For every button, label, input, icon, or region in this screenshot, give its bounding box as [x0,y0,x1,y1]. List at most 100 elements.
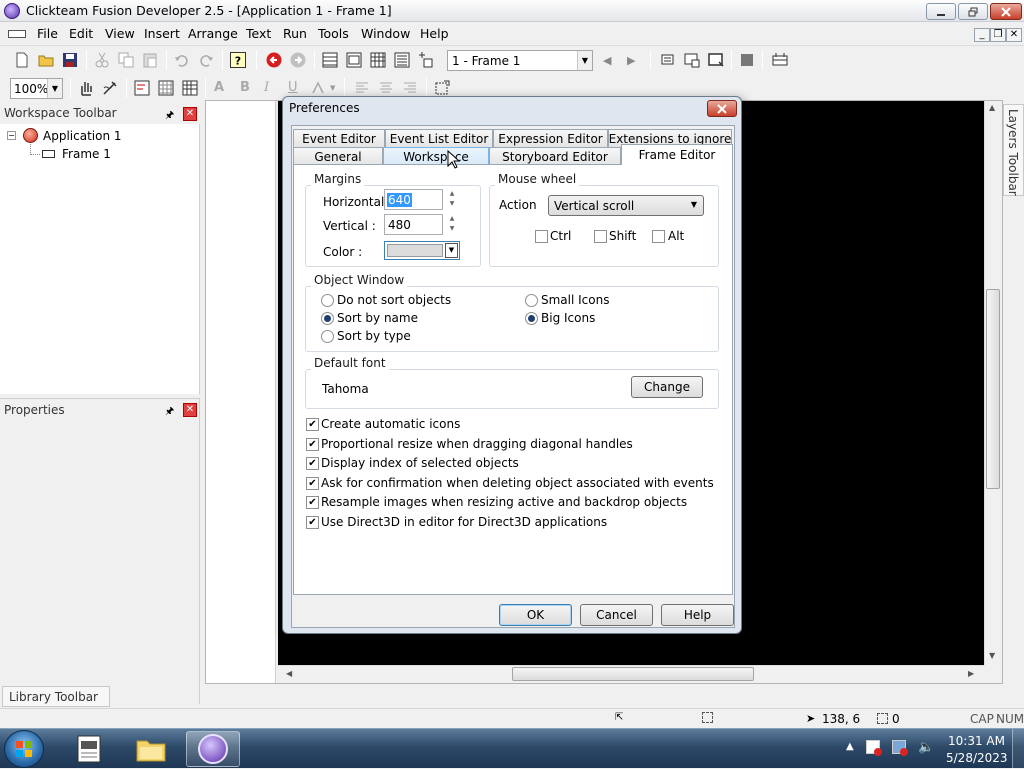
undo-icon[interactable] [174,52,190,68]
edit-tool-icon[interactable] [102,80,118,96]
app-logo-icon[interactable] [4,3,20,19]
help-button[interactable]: Help [661,604,734,626]
zoom-select[interactable]: 100% ▼ [10,78,63,99]
taskbar-notepad-button[interactable] [62,731,116,767]
dialog-close-button[interactable] [707,100,737,117]
context-help-icon[interactable]: ? [230,52,246,68]
restore-button[interactable] [958,3,988,20]
menu-view[interactable]: View [105,26,135,41]
tab-event-list-editor[interactable]: Event List Editor [385,129,493,147]
checkbox-create-automatic-icons[interactable]: ✔ [306,418,319,431]
start-button[interactable] [4,730,44,768]
build-icon[interactable] [772,52,788,68]
volume-muted-icon[interactable]: 🔈 [918,740,934,755]
taskbar-time[interactable]: 10:31 AM [948,734,1005,748]
mdi-close-button[interactable]: ✕ [1006,28,1022,42]
close-window-button[interactable] [990,3,1022,20]
vertical-scrollbar[interactable]: ▲ ▼ [984,101,1001,665]
data-elements-icon[interactable] [418,52,434,68]
hand-icon[interactable] [78,80,94,96]
paste-icon[interactable] [142,52,158,68]
frame-tool-icon[interactable] [684,52,700,68]
minimize-button[interactable] [926,3,956,20]
color-picker[interactable]: ▼ [384,241,460,260]
network-icon[interactable] [892,740,908,756]
horizontal-spinner[interactable]: ▲ ▼ [445,189,459,210]
chevron-down-icon[interactable]: ▼ [691,200,697,209]
cancel-button[interactable]: Cancel [580,604,653,626]
menu-run[interactable]: Run [283,26,307,41]
redo-icon[interactable] [198,52,214,68]
radio-do-not-sort[interactable] [321,294,334,307]
scroll-right-icon[interactable]: ▶ [968,669,974,678]
scrollbar-thumb[interactable] [512,667,754,681]
stop-icon[interactable] [740,53,756,69]
mdi-restore-button[interactable]: ❐ [990,28,1006,42]
ctrl-checkbox[interactable] [535,230,548,243]
scroll-down-icon[interactable]: ▼ [989,651,995,660]
tab-expression-editor[interactable]: Expression Editor [493,129,608,147]
previous-frame-icon[interactable]: ◀ [603,54,611,67]
checkbox-proportional-resize[interactable]: ✔ [306,438,319,451]
change-font-button[interactable]: Change [631,376,703,398]
tab-general[interactable]: General [293,147,383,165]
italic-icon[interactable]: I [264,80,280,96]
chevron-down-icon[interactable]: ▼ [577,51,592,70]
menu-window[interactable]: Window [361,26,410,41]
menu-arrange[interactable]: Arrange [188,26,238,41]
frame-editor-icon[interactable] [346,52,362,68]
action-select[interactable]: Vertical scroll ▼ [548,195,704,216]
frame-tool-icon[interactable] [660,52,676,68]
menu-help[interactable]: Help [420,26,449,41]
close-panel-icon[interactable]: ✕ [183,107,197,121]
chevron-down-icon[interactable]: ▼ [445,243,458,258]
cut-icon[interactable] [94,52,110,68]
new-file-icon[interactable] [14,52,30,68]
frame-resize-icon[interactable] [434,80,450,96]
chevron-down-icon[interactable]: ▼ [47,79,62,98]
grid-snap-icon[interactable] [134,80,150,96]
radio-sort-by-type[interactable] [321,330,334,343]
copy-icon[interactable] [118,52,134,68]
horizontal-scrollbar[interactable]: ◀ ▶ [278,665,984,682]
checkbox-ask-confirmation[interactable]: ✔ [306,477,319,490]
vertical-input[interactable]: 480 [384,214,443,235]
open-folder-icon[interactable] [38,52,54,68]
underline-icon[interactable]: U [288,80,304,96]
radio-big-icons[interactable] [525,312,538,325]
pin-icon[interactable]: 🖈 [165,108,174,125]
forward-arrow-icon[interactable] [290,52,306,68]
show-hidden-icons-icon[interactable]: ▲ [846,741,854,752]
save-icon[interactable] [62,52,78,68]
event-list-editor-icon[interactable] [394,52,410,68]
tab-event-editor[interactable]: Event Editor [293,129,385,147]
pin-icon[interactable]: 🖈 [165,404,174,421]
menu-file[interactable]: File [37,26,58,41]
taskbar-explorer-button[interactable] [124,731,178,767]
font-icon[interactable]: A [214,80,230,96]
frame-tool-icon[interactable] [708,52,724,68]
event-editor-icon[interactable] [370,52,386,68]
radio-small-icons[interactable] [525,294,538,307]
vertical-spinner[interactable]: ▲ ▼ [445,214,459,235]
close-panel-icon[interactable]: ✕ [183,403,197,417]
align-center-icon[interactable] [378,80,394,96]
menu-tools[interactable]: Tools [318,26,349,41]
align-left-icon[interactable] [354,80,370,96]
checkbox-use-direct3d[interactable]: ✔ [306,516,319,529]
checkbox-resample-images[interactable]: ✔ [306,496,319,509]
show-desktop-button[interactable] [1012,729,1024,769]
tab-storyboard-editor[interactable]: Storyboard Editor [489,147,621,165]
layers-toolbar-tab[interactable]: Layers Toolbar [1003,104,1024,196]
mdi-system-icon[interactable] [8,30,26,38]
radio-sort-by-name[interactable] [321,312,334,325]
scroll-up-icon[interactable]: ▲ [989,103,995,112]
grid-icon[interactable] [158,80,174,96]
storyboard-editor-icon[interactable] [322,52,338,68]
checkbox-display-index[interactable]: ✔ [306,457,319,470]
taskbar-date[interactable]: 5/28/2023 [946,751,1008,765]
text-color-icon[interactable] [310,80,326,96]
ok-button[interactable]: OK [499,604,572,626]
menu-insert[interactable]: Insert [144,26,180,41]
next-frame-icon[interactable]: ▶ [627,54,635,67]
